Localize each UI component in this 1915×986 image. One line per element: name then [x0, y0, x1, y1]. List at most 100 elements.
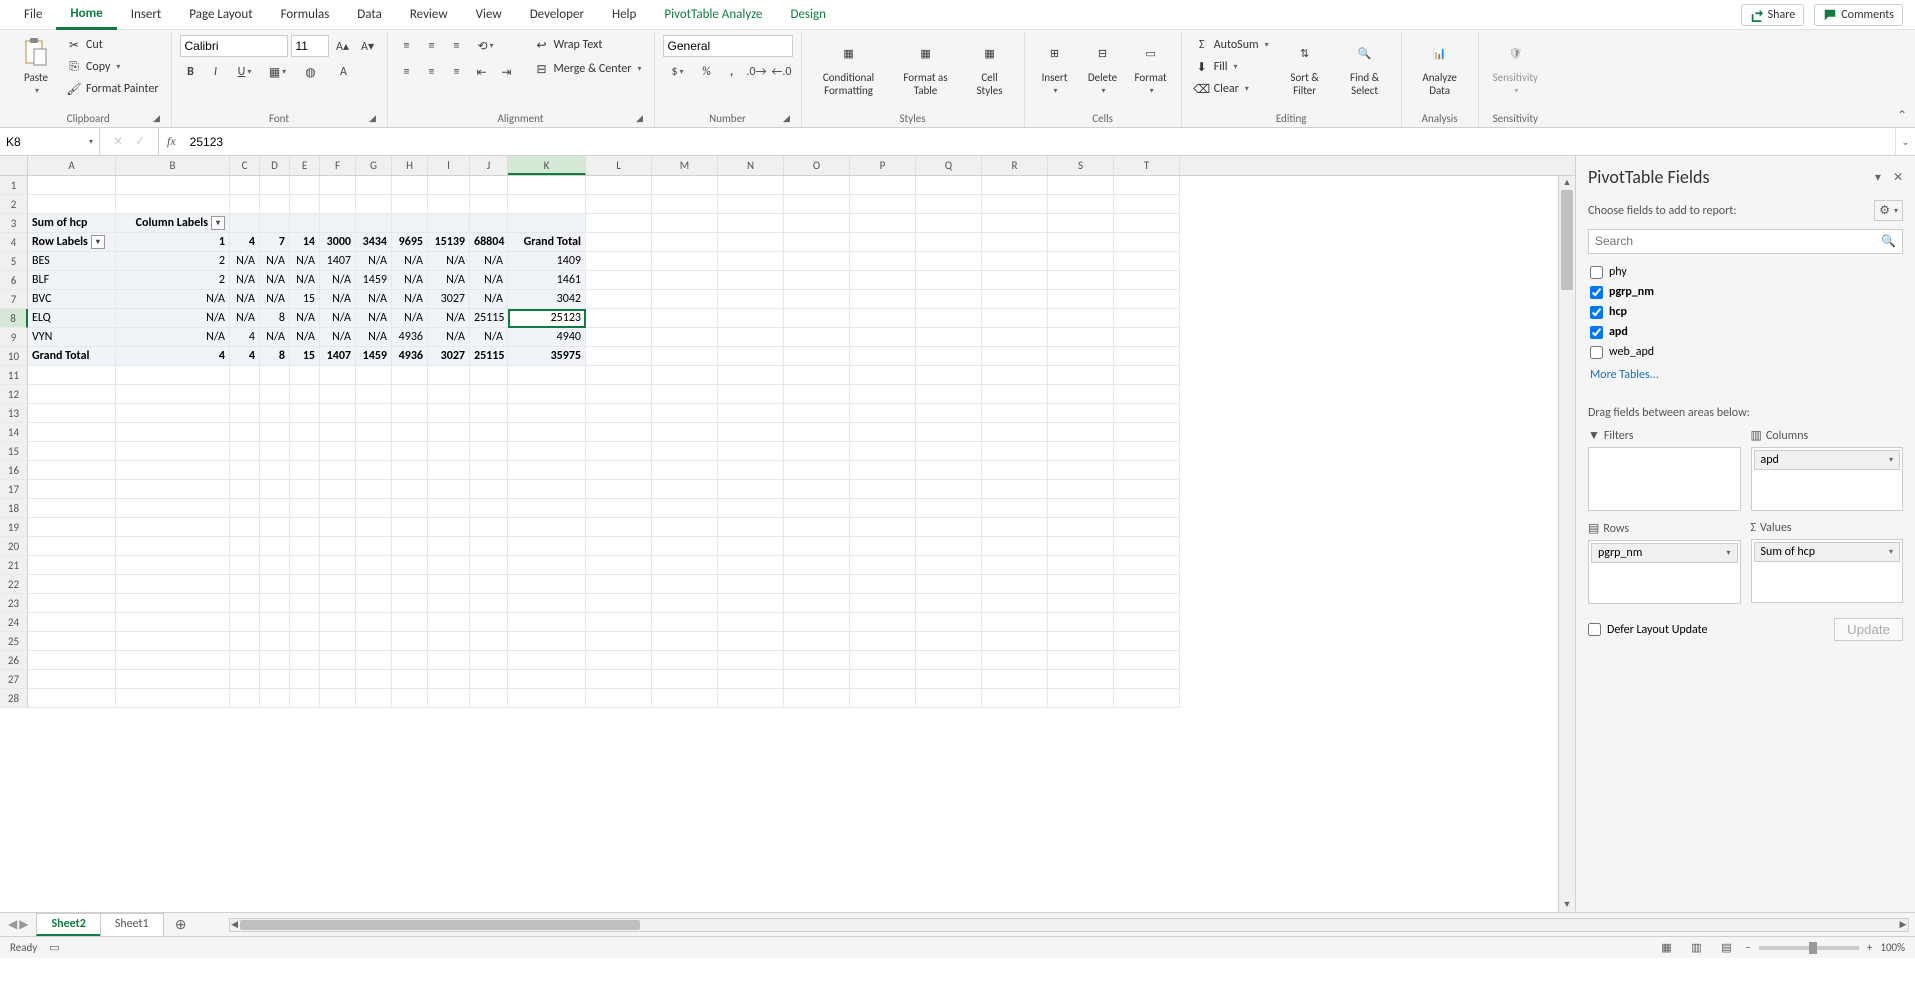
format-painter-button[interactable]: 🖌Format Painter	[62, 79, 163, 99]
cell-D18[interactable]	[260, 499, 290, 518]
cell-P1[interactable]	[850, 176, 916, 195]
cell-K9[interactable]: 4940	[508, 328, 586, 347]
cell-A15[interactable]	[28, 442, 116, 461]
col-header-J[interactable]: J	[470, 156, 508, 175]
cell-M17[interactable]	[652, 480, 718, 499]
col-header-O[interactable]: O	[784, 156, 850, 175]
cell-I5[interactable]: N/A	[428, 252, 470, 271]
cell-D19[interactable]	[260, 518, 290, 537]
cell-Q27[interactable]	[916, 670, 982, 689]
cell-P2[interactable]	[850, 195, 916, 214]
font-color-button[interactable]: A	[329, 61, 359, 83]
cell-M28[interactable]	[652, 689, 718, 708]
cell-J17[interactable]	[470, 480, 508, 499]
cell-O27[interactable]	[784, 670, 850, 689]
delete-cells-button[interactable]: ⊟Delete▾	[1081, 35, 1125, 98]
cell-Q18[interactable]	[916, 499, 982, 518]
cell-Q16[interactable]	[916, 461, 982, 480]
cell-G24[interactable]	[356, 613, 392, 632]
cell-P22[interactable]	[850, 575, 916, 594]
cell-E12[interactable]	[290, 385, 320, 404]
font-name-select[interactable]	[180, 35, 288, 57]
cell-R22[interactable]	[982, 575, 1048, 594]
cell-T23[interactable]	[1114, 594, 1180, 613]
cell-A10[interactable]: Grand Total	[28, 347, 116, 366]
cell-F8[interactable]: N/A	[320, 309, 356, 328]
sort-filter-button[interactable]: ⇅Sort & Filter	[1277, 35, 1333, 99]
cell-T28[interactable]	[1114, 689, 1180, 708]
cell-S3[interactable]	[1048, 214, 1114, 233]
cell-P28[interactable]	[850, 689, 916, 708]
cell-T8[interactable]	[1114, 309, 1180, 328]
cell-C3[interactable]	[230, 214, 260, 233]
pivot-field-pgrp_nm[interactable]: pgrp_nm	[1588, 282, 1903, 302]
cell-R27[interactable]	[982, 670, 1048, 689]
cell-C1[interactable]	[230, 176, 260, 195]
row-header-22[interactable]: 22	[0, 575, 28, 594]
cell-N14[interactable]	[718, 423, 784, 442]
cell-R16[interactable]	[982, 461, 1048, 480]
cell-N26[interactable]	[718, 651, 784, 670]
cell-C19[interactable]	[230, 518, 260, 537]
cell-P9[interactable]	[850, 328, 916, 347]
cell-Q26[interactable]	[916, 651, 982, 670]
cell-I2[interactable]	[428, 195, 470, 214]
cell-L8[interactable]	[586, 309, 652, 328]
hscroll-thumb[interactable]	[240, 920, 640, 930]
cell-G26[interactable]	[356, 651, 392, 670]
cell-G7[interactable]: N/A	[356, 290, 392, 309]
sheet-tab-sheet2[interactable]: Sheet2	[36, 913, 100, 936]
add-sheet-button[interactable]: ⊕	[169, 916, 193, 933]
cell-K12[interactable]	[508, 385, 586, 404]
cell-I27[interactable]	[428, 670, 470, 689]
cell-P17[interactable]	[850, 480, 916, 499]
enter-formula-button[interactable]: ✓	[132, 134, 148, 149]
pivot-field-checkbox[interactable]	[1590, 346, 1603, 359]
sensitivity-button[interactable]: 🛡Sensitivity▾	[1487, 35, 1544, 98]
cell-H3[interactable]	[392, 214, 428, 233]
zoom-level[interactable]: 100%	[1880, 941, 1905, 954]
cell-J6[interactable]: N/A	[470, 271, 508, 290]
cell-D17[interactable]	[260, 480, 290, 499]
cell-A9[interactable]: VYN	[28, 328, 116, 347]
cell-M25[interactable]	[652, 632, 718, 651]
cell-Q19[interactable]	[916, 518, 982, 537]
row-header-8[interactable]: 8	[0, 309, 28, 328]
cell-D24[interactable]	[260, 613, 290, 632]
cell-P6[interactable]	[850, 271, 916, 290]
cell-P13[interactable]	[850, 404, 916, 423]
cell-N27[interactable]	[718, 670, 784, 689]
col-header-C[interactable]: C	[230, 156, 260, 175]
defer-update-checkbox[interactable]	[1588, 623, 1601, 636]
cell-R15[interactable]	[982, 442, 1048, 461]
cell-N21[interactable]	[718, 556, 784, 575]
cell-R23[interactable]	[982, 594, 1048, 613]
cell-K21[interactable]	[508, 556, 586, 575]
cell-S26[interactable]	[1048, 651, 1114, 670]
cell-M8[interactable]	[652, 309, 718, 328]
cell-H5[interactable]: N/A	[392, 252, 428, 271]
cell-P7[interactable]	[850, 290, 916, 309]
cell-R28[interactable]	[982, 689, 1048, 708]
tab-developer[interactable]: Developer	[516, 1, 598, 28]
tab-view[interactable]: View	[462, 1, 516, 28]
cell-J7[interactable]: N/A	[470, 290, 508, 309]
zoom-slider[interactable]	[1759, 946, 1859, 950]
cell-J27[interactable]	[470, 670, 508, 689]
cell-P20[interactable]	[850, 537, 916, 556]
cell-Q2[interactable]	[916, 195, 982, 214]
cell-I28[interactable]	[428, 689, 470, 708]
cell-F1[interactable]	[320, 176, 356, 195]
cell-A25[interactable]	[28, 632, 116, 651]
cell-N17[interactable]	[718, 480, 784, 499]
cell-Q11[interactable]	[916, 366, 982, 385]
cell-A20[interactable]	[28, 537, 116, 556]
cell-J9[interactable]: N/A	[470, 328, 508, 347]
cell-G10[interactable]: 1459	[356, 347, 392, 366]
scroll-thumb[interactable]	[1561, 190, 1573, 290]
cell-E17[interactable]	[290, 480, 320, 499]
cell-A16[interactable]	[28, 461, 116, 480]
cell-E26[interactable]	[290, 651, 320, 670]
cell-L9[interactable]	[586, 328, 652, 347]
cell-R19[interactable]	[982, 518, 1048, 537]
